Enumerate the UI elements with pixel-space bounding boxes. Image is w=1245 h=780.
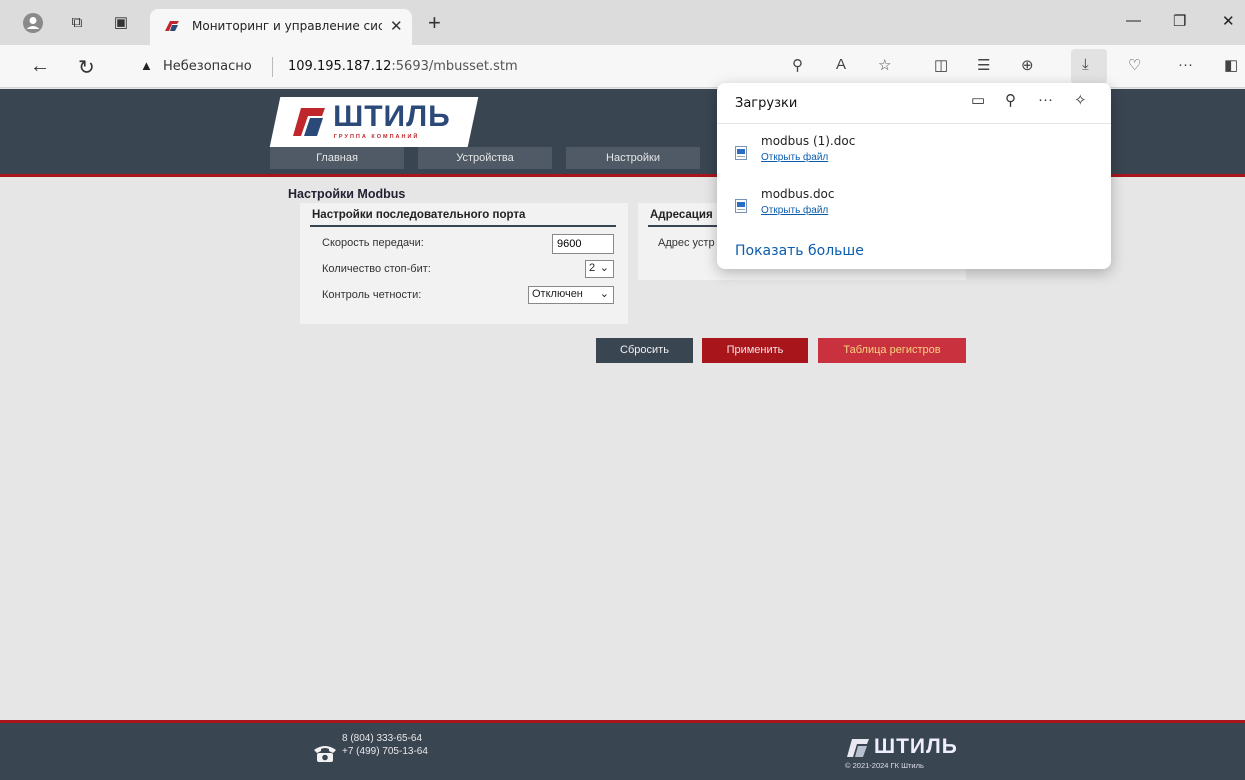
refresh-icon[interactable]: ↻	[78, 55, 95, 80]
workspaces-icon[interactable]: ⧉	[66, 12, 88, 34]
download-item[interactable]: modbus.doc Открыть файл	[717, 187, 1111, 237]
apply-button[interactable]: Применить	[702, 338, 808, 363]
doc-file-icon	[735, 146, 747, 160]
footer-copyright: © 2021-2024 ГК Штиль	[845, 761, 924, 770]
more-options-icon[interactable]: ···	[1038, 91, 1053, 108]
split-screen-icon[interactable]: ◫	[934, 56, 948, 74]
phone-number-1: 8 (804) 333-65-64	[342, 733, 423, 744]
phone-number-2: +7 (499) 705-13-64	[342, 746, 428, 757]
phone-icon	[314, 746, 336, 762]
download-icon[interactable]: ⤓	[1082, 56, 1089, 73]
zoom-icon[interactable]: ⚲	[792, 56, 803, 74]
browser-essentials-icon[interactable]: ♡	[1128, 56, 1141, 74]
chevron-down-icon: ⌄	[599, 288, 609, 300]
page-title: Настройки Modbus	[288, 187, 406, 201]
downloads-title: Загрузки	[735, 96, 798, 111]
logo-subtitle: ГРУППА КОМПАНИЙ	[333, 134, 420, 140]
close-window-button[interactable]: ✕	[1222, 12, 1235, 30]
show-more-link[interactable]: Показать больше	[735, 243, 864, 259]
baud-rate-label: Скорость передачи:	[322, 237, 424, 249]
browser-address-bar: ← ↻ ▲ Небезопасно 109.195.187.12:5693/mb…	[0, 45, 1245, 88]
collections-icon[interactable]: ⊕	[1021, 56, 1034, 74]
sidebar-icon[interactable]: ◧	[1224, 56, 1238, 74]
stop-bits-select[interactable]: 2 ⌄	[585, 260, 614, 278]
tab-title: Мониторинг и управление сист	[192, 19, 382, 33]
restore-button[interactable]: ❐	[1173, 12, 1186, 30]
downloads-panel: Загрузки ▭ ⚲ ··· ✧ modbus (1).doc Открыт…	[717, 83, 1111, 269]
open-file-link[interactable]: Открыть файл	[761, 205, 828, 216]
browser-tab-bar: ⧉ ▣ Мониторинг и управление сист ✕ + — ❐…	[0, 0, 1245, 45]
minimize-button[interactable]: —	[1126, 12, 1141, 29]
serial-port-title: Настройки последовательного порта	[312, 209, 526, 221]
url-text[interactable]: 109.195.187.12:5693/mbusset.stm	[288, 59, 518, 74]
serial-port-divider	[310, 225, 616, 227]
parity-value: Отключен	[532, 288, 583, 300]
stop-bits-value: 2	[589, 262, 596, 274]
parity-label: Контроль четности:	[322, 289, 422, 301]
register-table-button[interactable]: Таблица регистров	[818, 338, 966, 363]
download-item[interactable]: modbus (1).doc Открыть файл	[717, 134, 1111, 184]
favorites-icon[interactable]: ☰	[977, 56, 990, 74]
favorite-star-icon[interactable]: ☆	[878, 56, 891, 74]
site-logo[interactable]: ШТИЛЬ ГРУППА КОМПАНИЙ	[269, 97, 479, 147]
profile-icon[interactable]	[22, 12, 44, 34]
back-icon[interactable]: ←	[30, 55, 50, 78]
downloads-button[interactable]	[1071, 49, 1107, 84]
open-file-link[interactable]: Открыть файл	[761, 152, 828, 163]
parity-select[interactable]: Отключен ⌄	[528, 286, 614, 304]
url-host: 109.195.187.12	[288, 59, 392, 74]
open-folder-icon[interactable]: ▭	[971, 91, 985, 109]
footer-logo-icon	[847, 739, 869, 757]
reset-button[interactable]: Сбросить	[596, 338, 693, 363]
tab-close-icon[interactable]: ✕	[390, 17, 403, 35]
menu-item-home[interactable]: Главная	[270, 147, 404, 169]
baud-rate-input[interactable]	[552, 234, 614, 254]
chevron-down-icon: ⌄	[599, 262, 609, 274]
search-icon[interactable]: ⚲	[1005, 91, 1016, 109]
download-file-name: modbus (1).doc	[761, 134, 856, 148]
url-separator	[272, 57, 273, 77]
vertical-tabs-icon[interactable]: ▣	[110, 12, 132, 34]
browser-tab-active[interactable]: Мониторинг и управление сист ✕	[150, 9, 412, 45]
downloads-divider	[717, 123, 1111, 124]
stop-bits-label: Количество стоп-бит:	[322, 263, 431, 275]
more-menu-icon[interactable]: ···	[1178, 56, 1193, 73]
warning-icon[interactable]: ▲	[140, 58, 153, 73]
pin-icon[interactable]: ✧	[1074, 91, 1087, 109]
doc-file-icon	[735, 199, 747, 213]
shtil-favicon-icon	[165, 21, 179, 31]
menu-item-devices[interactable]: Устройства	[418, 147, 552, 169]
addressing-title: Адресация	[650, 209, 713, 221]
shtil-logo-icon	[293, 108, 325, 136]
device-address-label: Адрес устр	[658, 237, 715, 249]
read-aloud-icon[interactable]: A	[836, 56, 846, 73]
download-file-name: modbus.doc	[761, 187, 835, 201]
site-footer: 8 (804) 333-65-64 +7 (499) 705-13-64 ШТИ…	[0, 720, 1245, 780]
new-tab-button[interactable]: +	[428, 10, 441, 36]
serial-port-panel: Настройки последовательного порта Скорос…	[300, 203, 628, 324]
footer-logo-text: ШТИЛЬ	[874, 735, 958, 758]
logo-text: ШТИЛЬ	[333, 100, 451, 133]
menu-item-settings[interactable]: Настройки	[566, 147, 700, 169]
url-path: :5693/mbusset.stm	[391, 59, 518, 74]
security-label[interactable]: Небезопасно	[163, 59, 252, 74]
